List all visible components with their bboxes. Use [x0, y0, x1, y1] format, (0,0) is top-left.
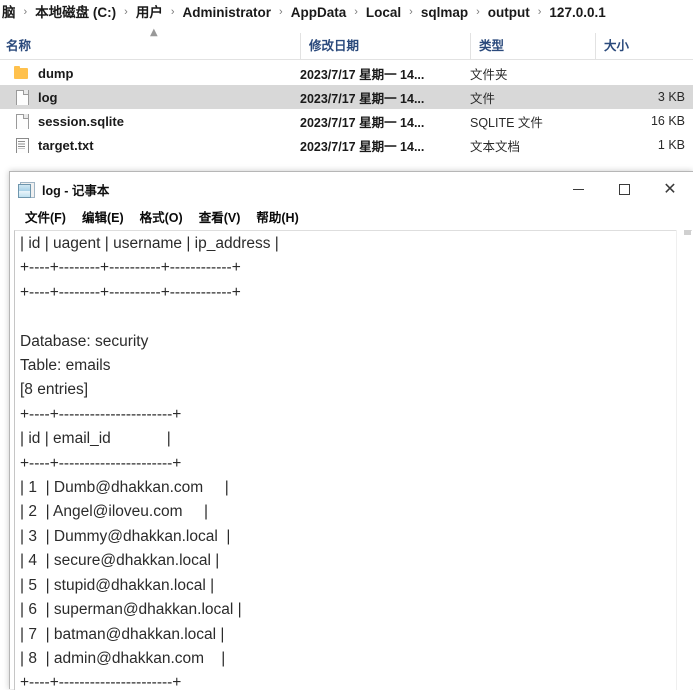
- sort-ascending-icon: ▲: [150, 27, 158, 38]
- notepad-content[interactable]: | id | uagent | username | ip_address | …: [15, 231, 692, 690]
- file-type-cell: 文件夹: [470, 67, 508, 82]
- breadcrumb-item-1[interactable]: 本地磁盘 (C:): [33, 0, 118, 25]
- notepad-titlebar[interactable]: log - 记事本 ✕: [10, 172, 693, 206]
- close-icon: ✕: [663, 179, 677, 198]
- breadcrumb-item-6[interactable]: sqlmap: [419, 0, 470, 25]
- file-date-cell: 2023/7/17 星期一 14...: [300, 67, 425, 82]
- file-name-label: target.txt: [38, 137, 94, 153]
- menu-item-format[interactable]: 格式(O): [132, 206, 191, 230]
- text-file-icon: [14, 137, 30, 153]
- file-name-cell[interactable]: session.sqlite: [0, 113, 300, 129]
- file-name-cell[interactable]: target.txt: [0, 137, 300, 153]
- column-header-date-modified[interactable]: 修改日期: [300, 32, 470, 60]
- column-header-size[interactable]: 大小: [595, 32, 693, 60]
- notepad-icon: [17, 180, 35, 198]
- file-type-cell: SQLITE 文件: [470, 115, 543, 130]
- menu-item-help[interactable]: 帮助(H): [248, 206, 306, 230]
- file-date-cell: 2023/7/17 星期一 14...: [300, 139, 425, 154]
- notepad-window: log - 记事本 ✕ 文件(F) 编辑(E) 格式(O) 查看(V) 帮助(H…: [9, 171, 693, 690]
- file-name-cell[interactable]: dump: [0, 65, 300, 81]
- table-row[interactable]: session.sqlite 2023/7/17 星期一 14... SQLIT…: [0, 109, 693, 133]
- vertical-scrollbar[interactable]: [676, 230, 691, 690]
- file-name-label: log: [38, 89, 58, 105]
- breadcrumb-item-5[interactable]: Local: [364, 0, 403, 25]
- file-date-cell: 2023/7/17 星期一 14...: [300, 91, 425, 106]
- menu-item-view[interactable]: 查看(V): [191, 206, 249, 230]
- table-row[interactable]: log 2023/7/17 星期一 14... 文件 3 KB: [0, 85, 693, 109]
- breadcrumb-separator-icon: ›: [476, 6, 480, 18]
- minimize-button[interactable]: [555, 172, 601, 206]
- folder-icon: [14, 65, 30, 81]
- breadcrumb-item-3[interactable]: Administrator: [181, 0, 274, 25]
- menu-item-edit[interactable]: 编辑(E): [74, 206, 132, 230]
- table-row[interactable]: target.txt 2023/7/17 星期一 14... 文本文档 1 KB: [0, 133, 693, 157]
- file-type-cell: 文本文档: [470, 139, 521, 154]
- breadcrumb-separator-icon: ›: [124, 6, 128, 18]
- file-size-cell: 3 KB: [657, 90, 685, 104]
- table-row[interactable]: dump 2023/7/17 星期一 14... 文件夹: [0, 61, 693, 85]
- breadcrumb-item-4[interactable]: AppData: [289, 0, 349, 25]
- file-size-cell: 16 KB: [650, 114, 685, 128]
- file-icon: [14, 113, 30, 129]
- file-size-cell: 1 KB: [657, 138, 685, 152]
- breadcrumb-item-8[interactable]: 127.0.0.1: [547, 0, 607, 25]
- breadcrumb-separator-icon: ›: [279, 6, 283, 18]
- breadcrumb[interactable]: 脑 › 本地磁盘 (C:) › 用户 › Administrator › App…: [0, 0, 693, 25]
- breadcrumb-separator-icon: ›: [170, 6, 175, 18]
- breadcrumb-separator-icon: ›: [23, 6, 28, 18]
- notepad-menubar: 文件(F) 编辑(E) 格式(O) 查看(V) 帮助(H): [10, 206, 693, 230]
- notepad-title: log - 记事本: [42, 183, 110, 198]
- file-name-cell[interactable]: log: [0, 89, 300, 105]
- breadcrumb-item-2[interactable]: 用户: [134, 0, 165, 25]
- column-header-row: 名称 修改日期 类型 大小: [0, 32, 693, 60]
- file-list: dump 2023/7/17 星期一 14... 文件夹 log 2023/7/…: [0, 61, 693, 157]
- column-header-type[interactable]: 类型: [470, 32, 595, 60]
- breadcrumb-separator-icon: ›: [354, 6, 358, 18]
- scrollbar-thumb[interactable]: [684, 230, 691, 235]
- notepad-text-area[interactable]: | id | uagent | username | ip_address | …: [14, 230, 692, 690]
- maximize-icon: [618, 183, 630, 195]
- file-name-label: dump: [38, 65, 74, 81]
- menu-item-file[interactable]: 文件(F): [17, 206, 74, 230]
- file-name-label: session.sqlite: [38, 113, 124, 129]
- breadcrumb-item-0[interactable]: 脑: [0, 0, 18, 25]
- close-button[interactable]: ✕: [647, 172, 693, 206]
- file-type-cell: 文件: [470, 91, 496, 106]
- breadcrumb-item-7[interactable]: output: [486, 0, 532, 25]
- minimize-icon: [572, 188, 584, 190]
- breadcrumb-separator-icon: ›: [537, 6, 542, 18]
- maximize-button[interactable]: [601, 172, 647, 206]
- file-date-cell: 2023/7/17 星期一 14...: [300, 115, 425, 130]
- breadcrumb-separator-icon: ›: [409, 6, 413, 18]
- file-icon: [14, 89, 30, 105]
